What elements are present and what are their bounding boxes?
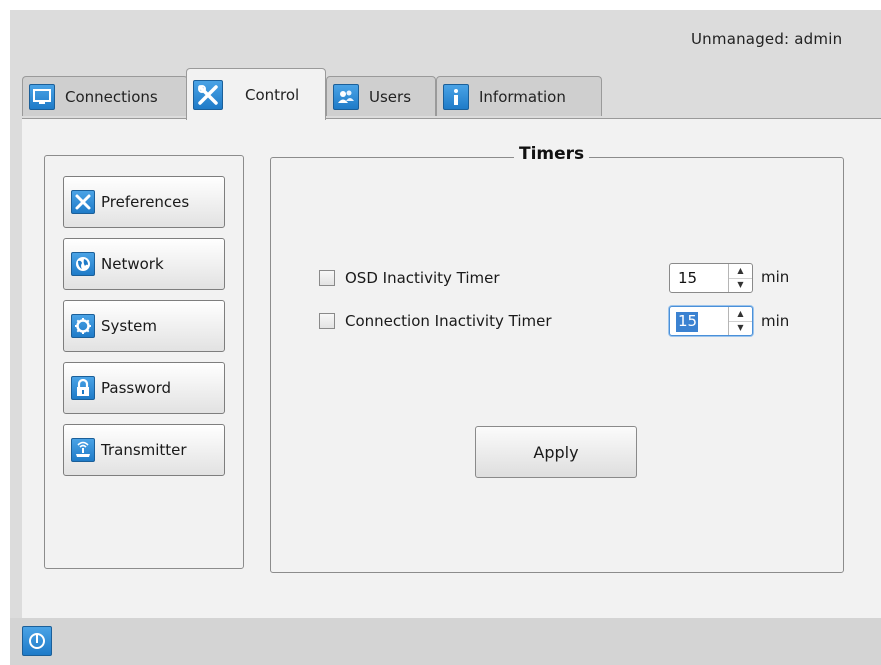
- tab-users[interactable]: Users: [326, 76, 436, 116]
- power-icon[interactable]: [22, 626, 52, 656]
- tab-label: Information: [479, 87, 566, 106]
- user-status-label: Unmanaged: admin: [691, 30, 843, 48]
- sidebar-item-label: Network: [101, 255, 164, 273]
- osd-timer-input[interactable]: [670, 265, 726, 291]
- tab-label: Control: [245, 85, 300, 104]
- tab-information[interactable]: Information: [436, 76, 602, 116]
- sidebar: Preferences Network System Password Tran…: [44, 155, 244, 569]
- osd-timer-spinbox[interactable]: ▲ ▼: [669, 263, 753, 293]
- osd-timer-label: OSD Inactivity Timer: [345, 269, 500, 287]
- connection-timer-spinbox[interactable]: ▲ ▼: [669, 306, 753, 336]
- connection-timer-checkbox[interactable]: [319, 313, 335, 329]
- apply-button[interactable]: Apply: [475, 426, 637, 478]
- connection-timer-row: Connection Inactivity Timer: [319, 308, 552, 334]
- chevron-up-icon[interactable]: ▲: [729, 307, 752, 322]
- sidebar-item-label: Transmitter: [101, 441, 187, 459]
- chevron-down-icon[interactable]: ▼: [729, 322, 752, 336]
- globe-icon: [71, 252, 95, 276]
- osd-timer-unit: min: [761, 268, 790, 286]
- users-icon: [333, 83, 359, 110]
- osd-timer-row: OSD Inactivity Timer: [319, 265, 500, 291]
- connection-timer-unit: min: [761, 312, 790, 330]
- control-panel: Preferences Network System Password Tran…: [22, 118, 881, 618]
- tools-icon: [193, 79, 223, 110]
- gear-icon: [71, 314, 95, 338]
- timers-group: Timers OSD Inactivity Timer ▲ ▼ min Conn…: [270, 144, 844, 573]
- tab-bar: Connections Control Users Information: [10, 66, 881, 120]
- sidebar-item-label: System: [101, 317, 157, 335]
- sidebar-item-password[interactable]: Password: [63, 362, 225, 414]
- sidebar-item-transmitter[interactable]: Transmitter: [63, 424, 225, 476]
- tools-icon: [71, 190, 95, 214]
- tab-label: Users: [369, 87, 412, 106]
- lock-icon: [71, 376, 95, 400]
- connection-timer-stepper[interactable]: ▲ ▼: [728, 307, 752, 335]
- app-window: Unmanaged: admin Connections Control Use…: [10, 10, 881, 665]
- tab-label: Connections: [65, 87, 158, 106]
- osd-timer-checkbox[interactable]: [319, 270, 335, 286]
- bottom-bar: [10, 618, 881, 665]
- sidebar-item-system[interactable]: System: [63, 300, 225, 352]
- sidebar-item-label: Password: [101, 379, 172, 397]
- connection-timer-input[interactable]: [670, 308, 726, 334]
- transmitter-icon: [71, 438, 95, 462]
- info-icon: [443, 83, 469, 110]
- connection-timer-label: Connection Inactivity Timer: [345, 312, 552, 330]
- monitor-icon: [29, 83, 55, 110]
- sidebar-item-network[interactable]: Network: [63, 238, 225, 290]
- group-title: Timers: [514, 144, 590, 164]
- sidebar-item-label: Preferences: [101, 193, 190, 211]
- tab-connections[interactable]: Connections: [22, 76, 188, 116]
- chevron-down-icon[interactable]: ▼: [729, 279, 752, 293]
- osd-timer-stepper[interactable]: ▲ ▼: [728, 264, 752, 292]
- sidebar-item-preferences[interactable]: Preferences: [63, 176, 225, 228]
- chevron-up-icon[interactable]: ▲: [729, 264, 752, 279]
- tab-control[interactable]: Control: [186, 68, 326, 120]
